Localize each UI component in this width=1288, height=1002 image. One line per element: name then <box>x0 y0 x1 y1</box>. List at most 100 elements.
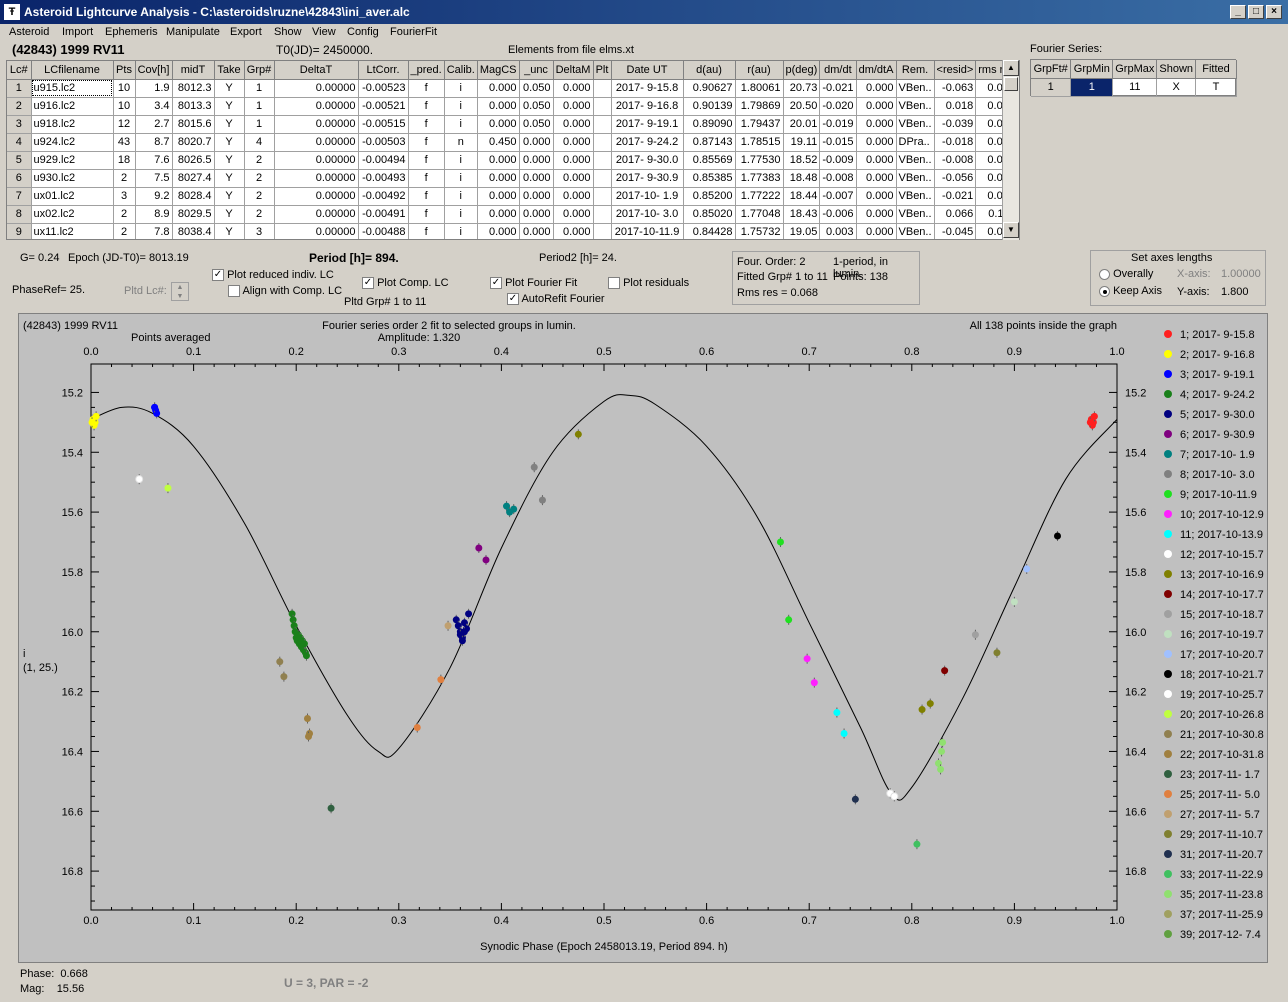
table-cell[interactable]: 19.11 <box>783 133 821 152</box>
table-cell[interactable]: i <box>444 115 478 134</box>
table-cell[interactable]: ux02.lc2 <box>31 205 114 224</box>
legend-entry[interactable]: 17; 2017-10-20.7 <box>1180 649 1264 661</box>
table-cell[interactable]: f <box>408 169 445 188</box>
legend-entry[interactable]: 22; 2017-10-31.8 <box>1180 749 1264 761</box>
table-row[interactable]: 6 u930.lc2 2 7.5 8027.4 Y 2 0.00000 -0.00493 f i 0.… <box>7 169 1018 188</box>
table-cell[interactable]: -0.00503 <box>358 133 409 152</box>
table-cell[interactable]: u916.lc2 <box>31 97 114 116</box>
table-cell[interactable]: 0.000 <box>856 79 897 98</box>
menu-asteroid[interactable]: Asteroid <box>9 26 49 38</box>
table-cell[interactable]: VBen.. <box>896 223 935 239</box>
table-cell[interactable]: 2 <box>244 151 275 170</box>
table-cell[interactable]: 0.000 <box>519 133 554 152</box>
plot-reduced-checkbox[interactable]: ✓ Plot reduced indiv. LC <box>212 269 334 282</box>
table-cell[interactable]: 2017- 9-16.8 <box>611 97 684 116</box>
y-axis-value[interactable]: 1.800 <box>1221 286 1249 298</box>
table-cell[interactable]: VBen.. <box>896 151 935 170</box>
table-cell[interactable]: 2 <box>113 205 136 224</box>
legend-entry[interactable]: 37; 2017-11-25.9 <box>1180 909 1263 921</box>
table-cell[interactable]: 0.00000 <box>274 97 359 116</box>
table-cell[interactable]: 1.77222 <box>735 187 784 206</box>
menu-ephemeris[interactable]: Ephemeris <box>105 26 158 38</box>
table-cell[interactable]: Y <box>214 187 245 206</box>
table-cell[interactable]: 0.85020 <box>683 205 736 224</box>
table-cell[interactable]: 2017- 9-24.2 <box>611 133 684 152</box>
table-cell[interactable]: f <box>408 205 445 224</box>
column-header[interactable]: Rem. <box>896 61 935 80</box>
table-cell[interactable]: 0.000 <box>477 79 520 98</box>
table-cell[interactable]: f <box>408 187 445 206</box>
table-cell[interactable]: 1.78515 <box>735 133 784 152</box>
table-cell[interactable]: 0.00000 <box>274 115 359 134</box>
column-header[interactable]: DeltaT <box>274 61 359 80</box>
table-cell[interactable]: n <box>444 133 478 152</box>
table-cell[interactable]: 0.00000 <box>274 151 359 170</box>
table-cell[interactable]: 7.8 <box>135 223 173 239</box>
table-cell[interactable]: 0.00000 <box>274 187 359 206</box>
scroll-thumb[interactable] <box>1004 77 1018 91</box>
table-cell[interactable]: 20.73 <box>783 79 821 98</box>
table-cell[interactable]: Y <box>214 79 245 98</box>
table-row[interactable]: 8 ux02.lc2 2 8.9 8029.5 Y 2 0.00000 -0.00491 f i 0.… <box>7 205 1018 224</box>
table-cell[interactable]: 0.000 <box>477 187 520 206</box>
legend-entry[interactable]: 15; 2017-10-18.7 <box>1180 609 1264 621</box>
table-cell[interactable]: 0.000 <box>519 169 554 188</box>
table-cell[interactable]: Y <box>214 169 245 188</box>
legend-entry[interactable]: 11; 2017-10-13.9 <box>1180 529 1263 541</box>
table-cell[interactable]: -0.00523 <box>358 79 409 98</box>
legend-entry[interactable]: 8; 2017-10- 3.0 <box>1180 469 1255 481</box>
table-cell[interactable]: 1.77383 <box>735 169 784 188</box>
table-cell[interactable]: f <box>408 115 445 134</box>
table-cell[interactable]: 0.000 <box>553 115 594 134</box>
overally-radio[interactable]: Overally <box>1099 268 1153 280</box>
table-cell[interactable]: 18.43 <box>783 205 821 224</box>
table-cell[interactable]: 0.000 <box>553 205 594 224</box>
table-row[interactable]: 1 u915.lc2 10 1.9 8012.3 Y 1 0.00000 -0.00523 f i 0… <box>7 79 1018 98</box>
table-cell[interactable]: 0.050 <box>519 115 554 134</box>
row-number[interactable]: 2 <box>7 97 32 116</box>
table-cell[interactable]: 8013.3 <box>172 97 215 116</box>
table-cell[interactable]: f <box>408 223 445 239</box>
table-cell[interactable]: i <box>444 187 478 206</box>
legend-entry[interactable]: 9; 2017-10-11.9 <box>1180 489 1257 501</box>
column-header[interactable]: midT <box>172 61 215 80</box>
table-cell[interactable]: 8020.7 <box>172 133 215 152</box>
table-cell[interactable]: 2 <box>244 205 275 224</box>
table-cell[interactable] <box>593 187 612 206</box>
table-cell[interactable] <box>593 205 612 224</box>
column-header[interactable]: d(au) <box>683 61 736 80</box>
maximize-button[interactable]: □ <box>1248 5 1264 19</box>
legend-entry[interactable]: 14; 2017-10-17.7 <box>1180 589 1264 601</box>
table-cell[interactable]: 0.000 <box>477 151 520 170</box>
table-cell[interactable]: -0.045 <box>934 223 977 239</box>
table-cell[interactable]: -0.007 <box>819 187 857 206</box>
legend-entry[interactable]: 10; 2017-10-12.9 <box>1180 509 1264 521</box>
table-cell[interactable]: -0.00494 <box>358 151 409 170</box>
table-cell[interactable]: f <box>408 79 445 98</box>
table-cell[interactable]: u918.lc2 <box>31 115 114 134</box>
legend-entry[interactable]: 25; 2017-11- 5.0 <box>1180 789 1260 801</box>
pltd-grp-label[interactable]: Pltd Grp# 1 to 11 <box>344 296 426 308</box>
column-header[interactable]: Take <box>214 61 245 80</box>
table-cell[interactable]: -0.00493 <box>358 169 409 188</box>
table-cell[interactable]: 19.05 <box>783 223 821 239</box>
table-cell[interactable]: 0.000 <box>553 97 594 116</box>
column-header[interactable]: Grp# <box>244 61 275 80</box>
table-cell[interactable]: -0.00521 <box>358 97 409 116</box>
table-cell[interactable]: 0.450 <box>477 133 520 152</box>
table-cell[interactable]: 1.79869 <box>735 97 784 116</box>
plot-fourier-checkbox[interactable]: ✓ Plot Fourier Fit <box>490 277 577 290</box>
table-cell[interactable]: 7.6 <box>135 151 173 170</box>
table-cell[interactable]: Y <box>214 115 245 134</box>
column-header[interactable]: Pts <box>113 61 136 80</box>
table-cell[interactable]: 0.050 <box>519 79 554 98</box>
table-cell[interactable]: 8028.4 <box>172 187 215 206</box>
legend-entry[interactable]: 27; 2017-11- 5.7 <box>1180 809 1260 821</box>
fourier-cell[interactable]: 11 <box>1112 78 1158 97</box>
table-cell[interactable]: 3 <box>244 223 275 239</box>
table-cell[interactable]: Y <box>214 205 245 224</box>
column-header[interactable]: p(deg) <box>783 61 821 80</box>
table-cell[interactable]: f <box>408 133 445 152</box>
legend-entry[interactable]: 5; 2017- 9-30.0 <box>1180 409 1255 421</box>
table-cell[interactable]: -0.00492 <box>358 187 409 206</box>
